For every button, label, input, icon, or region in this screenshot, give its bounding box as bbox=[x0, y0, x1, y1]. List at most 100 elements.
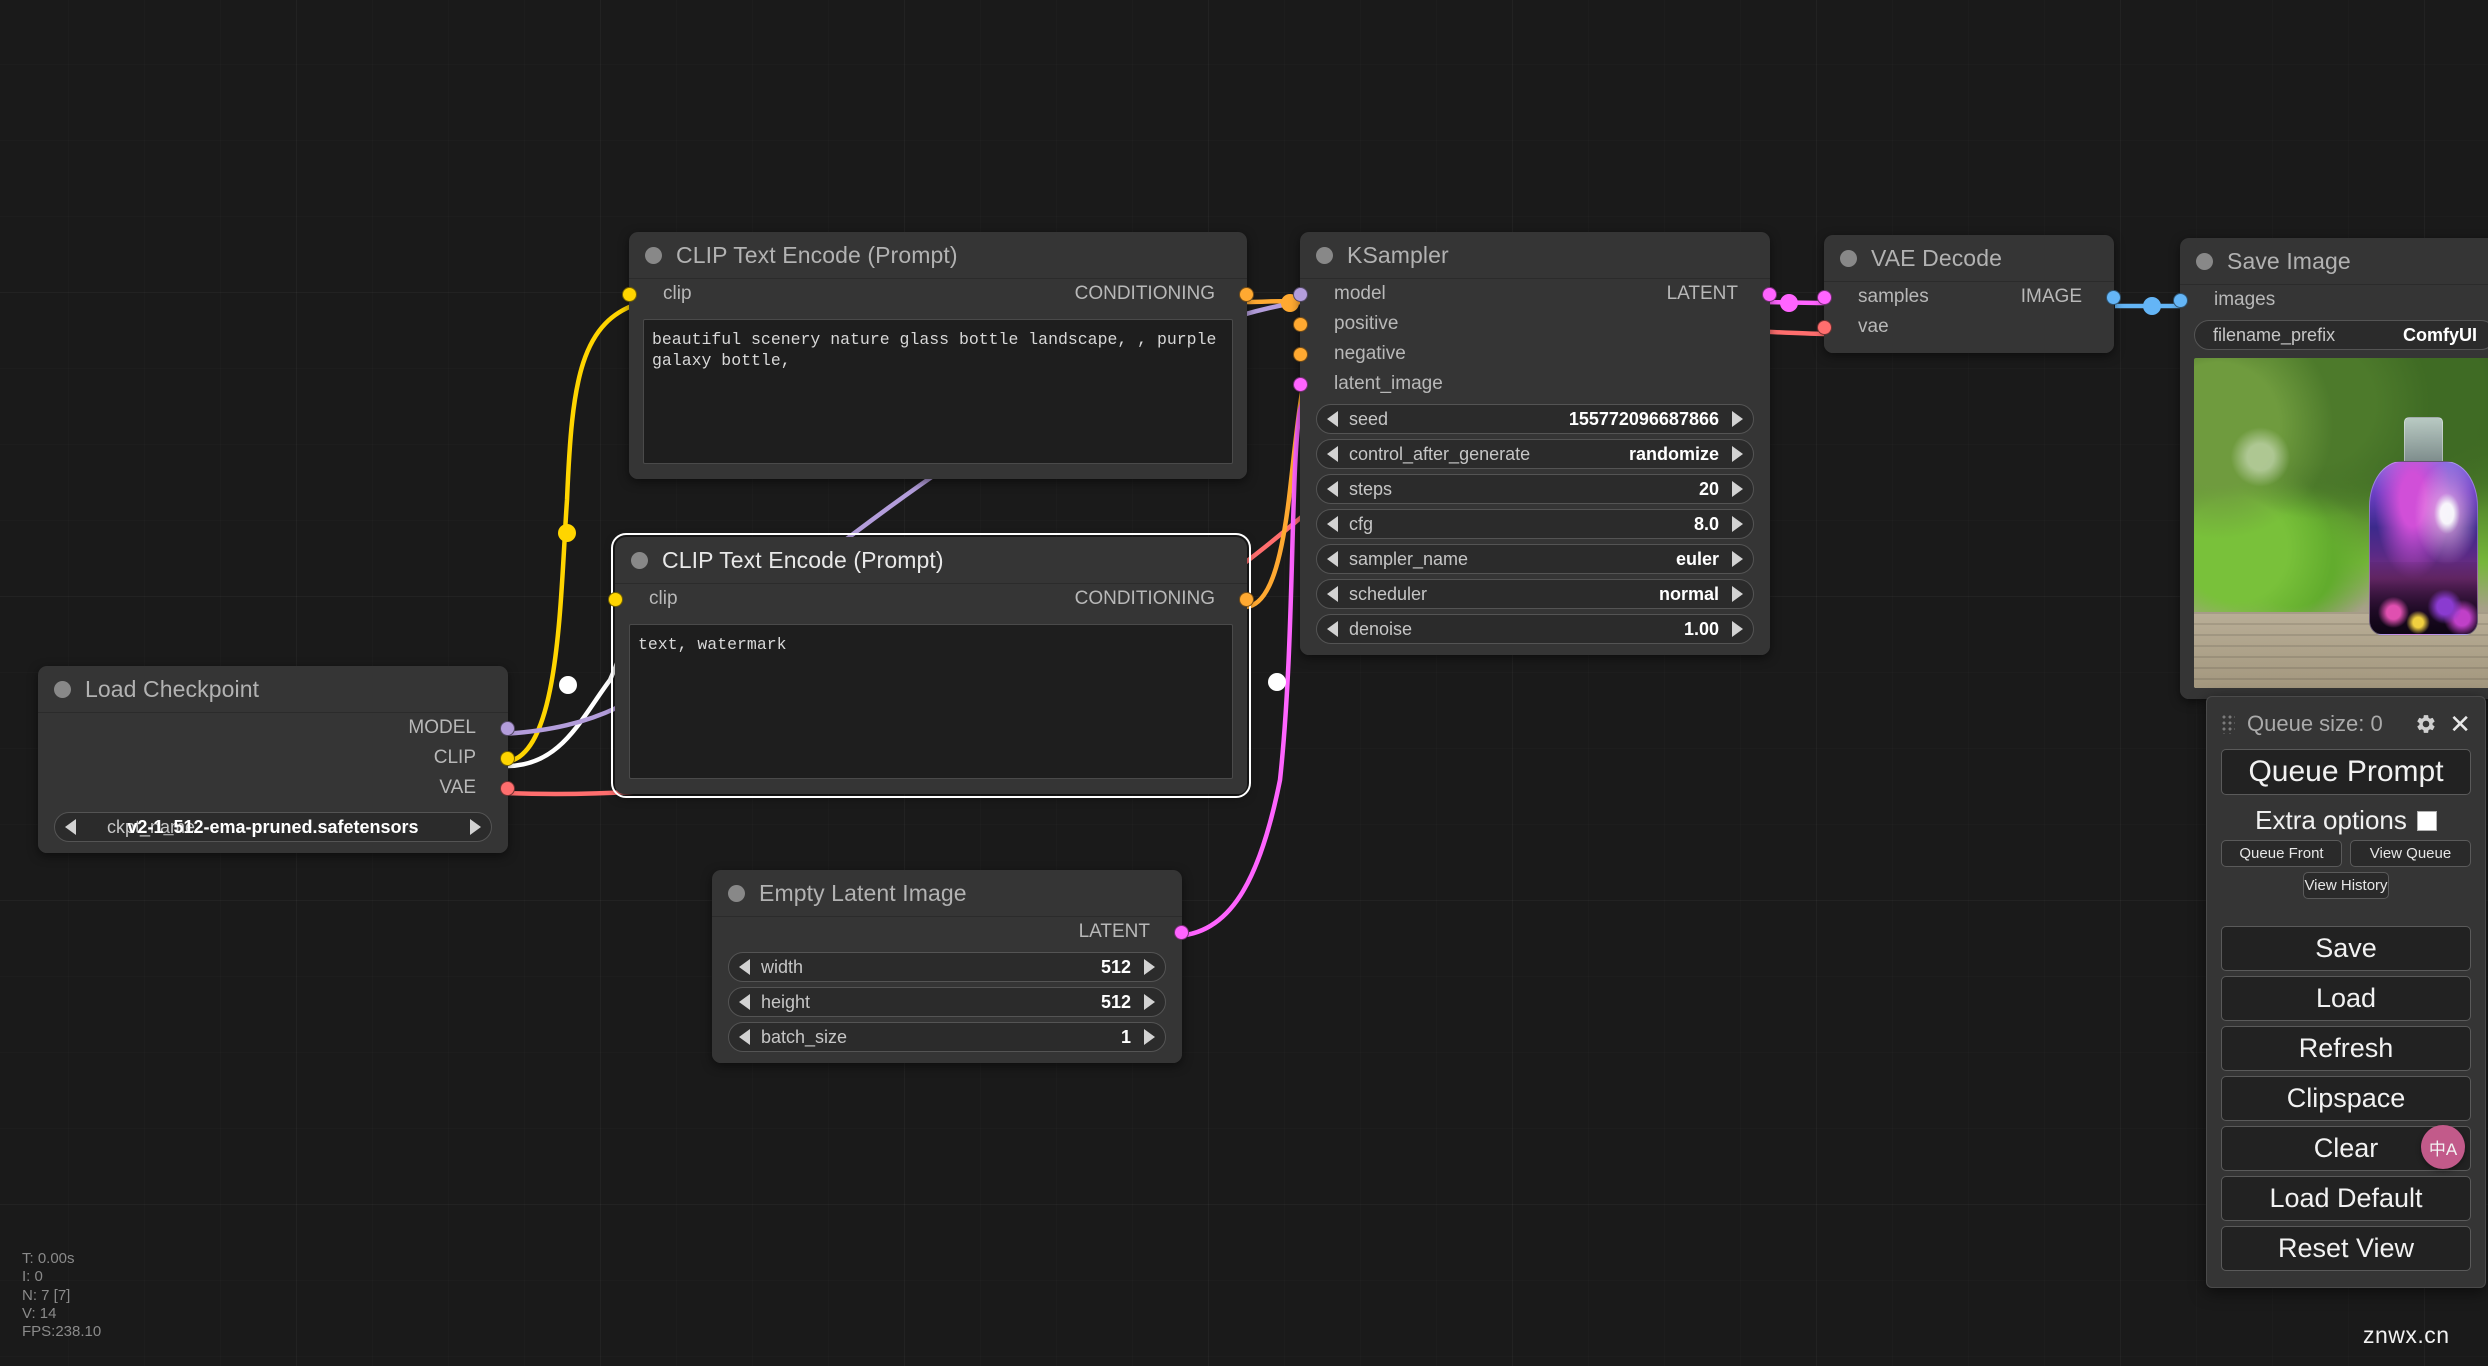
widget-ckpt-name[interactable]: ckpt_name v2-1_512-ema-pruned.safetensor… bbox=[54, 812, 492, 842]
collapse-dot-icon[interactable] bbox=[645, 246, 662, 264]
increment-arrow-icon[interactable] bbox=[1732, 446, 1743, 462]
clip-input-dot-icon[interactable] bbox=[622, 287, 637, 302]
positive-input-dot-icon[interactable] bbox=[1293, 317, 1308, 332]
node-title-bar[interactable]: CLIP Text Encode (Prompt) bbox=[615, 537, 1247, 583]
slot-row-negative[interactable]: negative bbox=[1293, 339, 1770, 369]
collapse-dot-icon[interactable] bbox=[728, 884, 745, 902]
slot-row-vae[interactable]: vae bbox=[1817, 312, 2114, 342]
increment-arrow-icon[interactable] bbox=[1732, 551, 1743, 567]
load-button[interactable]: Load bbox=[2221, 976, 2471, 1021]
widget-seed[interactable]: seed 155772096687866 bbox=[1316, 404, 1754, 434]
widget-batch-size[interactable]: batch_size 1 bbox=[728, 1022, 1166, 1052]
node-title-bar[interactable]: CLIP Text Encode (Prompt) bbox=[629, 232, 1247, 278]
prompt-textarea-negative[interactable]: text, watermark bbox=[629, 624, 1233, 779]
collapse-dot-icon[interactable] bbox=[631, 551, 648, 569]
slot-row-vae-out[interactable]: VAE bbox=[38, 773, 515, 803]
widget-control-after-generate[interactable]: control_after_generate randomize bbox=[1316, 439, 1754, 469]
increment-arrow-icon[interactable] bbox=[470, 819, 481, 835]
decrement-arrow-icon[interactable] bbox=[1327, 551, 1338, 567]
slot-row-model[interactable]: model LATENT bbox=[1293, 279, 1777, 309]
increment-arrow-icon[interactable] bbox=[1732, 516, 1743, 532]
queue-front-button[interactable]: Queue Front bbox=[2221, 840, 2342, 867]
node-ksampler[interactable]: KSampler model LATENT positive negative … bbox=[1293, 232, 1777, 655]
slot-row-clip-input[interactable]: clip CONDITIONING bbox=[622, 279, 1254, 309]
slot-row-latent-out[interactable]: LATENT bbox=[712, 917, 1189, 947]
increment-arrow-icon[interactable] bbox=[1732, 411, 1743, 427]
widget-scheduler[interactable]: scheduler normal bbox=[1316, 579, 1754, 609]
extra-options-checkbox[interactable] bbox=[2416, 810, 2437, 831]
drag-handle-icon[interactable] bbox=[2221, 714, 2235, 734]
queue-panel[interactable]: Queue size: 0 ✕ Queue Prompt Extra optio… bbox=[2206, 696, 2486, 1288]
node-clip-text-encode-negative[interactable]: CLIP Text Encode (Prompt) clip CONDITION… bbox=[608, 533, 1254, 798]
increment-arrow-icon[interactable] bbox=[1144, 959, 1155, 975]
decrement-arrow-icon[interactable] bbox=[1327, 411, 1338, 427]
model-input-dot-icon[interactable] bbox=[1293, 287, 1308, 302]
node-title-bar[interactable]: Empty Latent Image bbox=[712, 870, 1182, 916]
extra-options-row[interactable]: Extra options bbox=[2221, 805, 2471, 836]
widget-width[interactable]: width 512 bbox=[728, 952, 1166, 982]
latent-image-input-dot-icon[interactable] bbox=[1293, 377, 1308, 392]
widget-cfg[interactable]: cfg 8.0 bbox=[1316, 509, 1754, 539]
clip-output-dot-icon[interactable] bbox=[500, 751, 515, 766]
slot-row-latent-image[interactable]: latent_image bbox=[1293, 369, 1770, 399]
decrement-arrow-icon[interactable] bbox=[739, 959, 750, 975]
clipspace-button[interactable]: Clipspace bbox=[2221, 1076, 2471, 1121]
decrement-arrow-icon[interactable] bbox=[1327, 446, 1338, 462]
node-load-checkpoint[interactable]: Load Checkpoint MODEL CLIP VAE ckpt_name… bbox=[38, 666, 515, 853]
translate-button[interactable]: 中A bbox=[2421, 1125, 2465, 1169]
node-save-image[interactable]: Save Image images filename_prefix ComfyU… bbox=[2173, 238, 2488, 699]
node-empty-latent-image[interactable]: Empty Latent Image LATENT width 512 heig… bbox=[712, 870, 1189, 1063]
reset-view-button[interactable]: Reset View bbox=[2221, 1226, 2471, 1271]
collapse-dot-icon[interactable] bbox=[1316, 246, 1333, 264]
increment-arrow-icon[interactable] bbox=[1732, 621, 1743, 637]
view-history-button[interactable]: View History bbox=[2303, 872, 2389, 899]
decrement-arrow-icon[interactable] bbox=[1327, 621, 1338, 637]
comfyui-graph-canvas[interactable]: CLIP Text Encode (Prompt) clip CONDITION… bbox=[0, 0, 2488, 1366]
slot-row-positive[interactable]: positive bbox=[1293, 309, 1770, 339]
collapse-dot-icon[interactable] bbox=[54, 680, 71, 698]
image-output-dot-icon[interactable] bbox=[2106, 290, 2121, 305]
decrement-arrow-icon[interactable] bbox=[739, 1029, 750, 1045]
widget-steps[interactable]: steps 20 bbox=[1316, 474, 1754, 504]
negative-input-dot-icon[interactable] bbox=[1293, 347, 1308, 362]
decrement-arrow-icon[interactable] bbox=[1327, 481, 1338, 497]
samples-input-dot-icon[interactable] bbox=[1817, 290, 1832, 305]
node-title-bar[interactable]: KSampler bbox=[1300, 232, 1770, 278]
load-default-button[interactable]: Load Default bbox=[2221, 1176, 2471, 1221]
decrement-arrow-icon[interactable] bbox=[739, 994, 750, 1010]
latent-output-dot-icon[interactable] bbox=[1174, 925, 1189, 940]
widget-filename-prefix[interactable]: filename_prefix ComfyUI bbox=[2194, 320, 2488, 350]
decrement-arrow-icon[interactable] bbox=[1327, 516, 1338, 532]
prompt-textarea-positive[interactable]: beautiful scenery nature glass bottle la… bbox=[643, 319, 1233, 464]
slot-row-clip-out[interactable]: CLIP bbox=[38, 743, 515, 773]
node-title-bar[interactable]: Load Checkpoint bbox=[38, 666, 508, 712]
collapse-dot-icon[interactable] bbox=[2196, 252, 2213, 270]
node-clip-text-encode-positive[interactable]: CLIP Text Encode (Prompt) clip CONDITION… bbox=[622, 232, 1254, 479]
decrement-arrow-icon[interactable] bbox=[1327, 586, 1338, 602]
widget-height[interactable]: height 512 bbox=[728, 987, 1166, 1017]
close-icon[interactable]: ✕ bbox=[2449, 711, 2471, 737]
collapse-dot-icon[interactable] bbox=[1840, 249, 1857, 267]
slot-row-clip-input[interactable]: clip CONDITIONING bbox=[608, 584, 1254, 614]
model-output-dot-icon[interactable] bbox=[500, 721, 515, 736]
queue-panel-header[interactable]: Queue size: 0 ✕ bbox=[2221, 707, 2471, 741]
slot-row-images[interactable]: images bbox=[2173, 285, 2488, 315]
widget-denoise[interactable]: denoise 1.00 bbox=[1316, 614, 1754, 644]
increment-arrow-icon[interactable] bbox=[1144, 994, 1155, 1010]
generated-image-preview[interactable] bbox=[2194, 358, 2488, 688]
conditioning-output-dot-icon[interactable] bbox=[1239, 287, 1254, 302]
queue-prompt-button[interactable]: Queue Prompt bbox=[2221, 749, 2471, 795]
slot-row-samples[interactable]: samples IMAGE bbox=[1817, 282, 2121, 312]
node-vae-decode[interactable]: VAE Decode samples IMAGE vae bbox=[1817, 235, 2121, 353]
images-input-dot-icon[interactable] bbox=[2173, 293, 2188, 308]
increment-arrow-icon[interactable] bbox=[1144, 1029, 1155, 1045]
node-title-bar[interactable]: VAE Decode bbox=[1824, 235, 2114, 281]
increment-arrow-icon[interactable] bbox=[1732, 586, 1743, 602]
save-button[interactable]: Save bbox=[2221, 926, 2471, 971]
view-queue-button[interactable]: View Queue bbox=[2350, 840, 2471, 867]
vae-input-dot-icon[interactable] bbox=[1817, 320, 1832, 335]
increment-arrow-icon[interactable] bbox=[1732, 481, 1743, 497]
refresh-button[interactable]: Refresh bbox=[2221, 1026, 2471, 1071]
widget-sampler-name[interactable]: sampler_name euler bbox=[1316, 544, 1754, 574]
node-title-bar[interactable]: Save Image bbox=[2180, 238, 2488, 284]
